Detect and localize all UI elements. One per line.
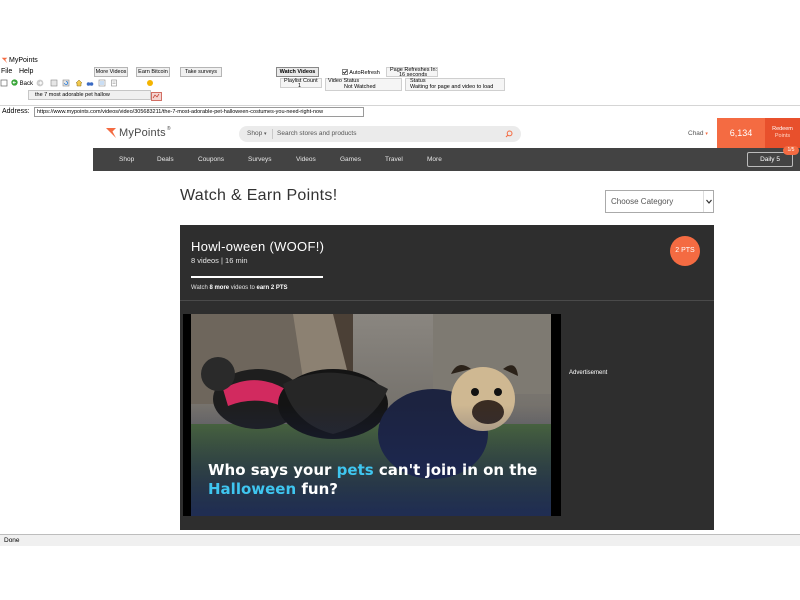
playlist-meta: 8 videos | 16 min: [191, 256, 248, 265]
page-title: Watch & Earn Points!: [180, 187, 338, 204]
watch-earn: earn 2 PTS: [256, 285, 288, 291]
watch-prefix: Watch: [191, 285, 210, 291]
home-icon[interactable]: [75, 79, 83, 87]
web-page: MyPoints ® Shop ▾ Search stores and prod…: [0, 118, 800, 530]
redeem-sub-label: Points: [774, 133, 791, 139]
search-input[interactable]: Search stores and products: [277, 130, 357, 137]
redeem-label: Redeem: [772, 126, 793, 132]
earn-bitcoin-button[interactable]: Earn Bitcoin: [136, 67, 170, 77]
playlist-title: Howl-oween (WOOF!): [191, 239, 325, 254]
forward-icon[interactable]: [36, 79, 44, 87]
search-binoculars-icon[interactable]: [86, 79, 94, 87]
nav-deals[interactable]: Deals: [157, 156, 174, 163]
pdf-icon[interactable]: [151, 92, 162, 101]
caption-part-3: fun?: [296, 480, 338, 498]
checkbox-checked-icon: [342, 69, 348, 75]
nav-more[interactable]: More: [427, 156, 442, 163]
menu-file[interactable]: File: [1, 68, 12, 75]
daily-5-badge: 1/5: [783, 146, 799, 155]
autorefresh-label: AutoRefresh: [349, 70, 380, 76]
nav-games[interactable]: Games: [340, 156, 361, 163]
search-icon[interactable]: [505, 130, 513, 138]
store-search-bar[interactable]: Shop ▾ Search stores and products: [239, 126, 521, 142]
advertisement-label: Advertisement: [569, 370, 608, 376]
site-header: MyPoints ® Shop ▾ Search stores and prod…: [0, 118, 800, 148]
redeem-points-button[interactable]: Redeem Points: [765, 118, 800, 148]
tab-strip: the 7 most adorable pet hallow: [0, 89, 800, 103]
app-title: MyPoints: [9, 57, 38, 64]
chevron-down-icon: ▾: [264, 131, 267, 137]
mypoints-logo[interactable]: MyPoints ®: [105, 126, 171, 140]
search-divider: [272, 129, 273, 139]
refresh-icon[interactable]: [62, 79, 70, 87]
favorites-icon[interactable]: [98, 79, 106, 87]
site-nav: Shop Deals Coupons Surveys Videos Games …: [93, 146, 800, 171]
autorefresh-checkbox[interactable]: AutoRefresh: [342, 69, 380, 76]
app-titlebar: MyPoints: [0, 55, 800, 67]
search-scope-label: Shop: [247, 130, 263, 137]
category-select-value: Choose Category: [611, 197, 674, 206]
menubar: File Help More Videos Earn Bitcoin Take …: [0, 67, 800, 78]
playlist-progress: [191, 276, 323, 278]
back-label: Back: [19, 81, 34, 87]
menu-help[interactable]: Help: [19, 68, 33, 75]
address-label: Address:: [2, 108, 30, 115]
take-surveys-button[interactable]: Take surveys: [180, 67, 222, 77]
more-videos-button[interactable]: More Videos: [94, 67, 128, 77]
caption-highlight-halloween: Halloween: [208, 480, 297, 498]
playlist-header: Howl-oween (WOOF!) 8 videos | 16 min Wat…: [180, 225, 714, 301]
navigation-toolbar: Back Playlist Count 1 Video Status Not W…: [0, 78, 800, 91]
nav-travel[interactable]: Travel: [385, 156, 403, 163]
nav-surveys[interactable]: Surveys: [248, 156, 271, 163]
logo-text: MyPoints: [119, 127, 166, 139]
status-text: Done: [4, 537, 20, 544]
nav-shop[interactable]: Shop: [119, 156, 134, 163]
video-caption: Who says your pets can't join in on the …: [208, 461, 548, 499]
playlist-watch-text: Watch 8 more videos to earn 2 PTS: [191, 285, 288, 291]
address-input[interactable]: [34, 107, 364, 117]
address-bar: Address:: [0, 105, 800, 117]
mypoints-logo-icon: [106, 128, 116, 138]
caption-highlight-pets: pets: [336, 461, 374, 479]
user-name: Chad: [688, 130, 704, 137]
points-balance[interactable]: 6,134: [717, 118, 765, 148]
video-playlist: Howl-oween (WOOF!) 8 videos | 16 min Wat…: [180, 225, 714, 530]
nav-videos[interactable]: Videos: [296, 156, 316, 163]
logo-trademark: ®: [166, 126, 171, 132]
shield-icon: [147, 80, 153, 86]
category-select[interactable]: Choose Category: [605, 190, 714, 213]
nav-coupons[interactable]: Coupons: [198, 156, 224, 163]
print-icon[interactable]: [110, 79, 118, 87]
window-icon: [0, 79, 8, 87]
search-scope-dropdown[interactable]: Shop ▾: [247, 130, 267, 137]
watch-middle: videos to: [229, 285, 257, 291]
playlist-progress-fill: [191, 276, 323, 278]
mypoints-app-icon: [1, 57, 8, 64]
chevron-down-icon: [703, 191, 713, 212]
status-bar: Done: [0, 534, 800, 546]
tab-current-page[interactable]: the 7 most adorable pet hallow: [28, 90, 151, 100]
points-badge: 2 PTS: [670, 236, 700, 266]
watch-videos-button[interactable]: Watch Videos: [276, 67, 319, 77]
caption-part-1: Who says your: [208, 461, 337, 479]
stop-icon[interactable]: [50, 79, 58, 87]
video-player[interactable]: Who says your pets can't join in on the …: [183, 314, 561, 516]
chevron-down-icon: ▾: [705, 131, 708, 137]
user-menu[interactable]: Chad ▾: [688, 130, 708, 137]
back-arrow-icon: [11, 79, 18, 86]
watch-count: 8 more: [209, 285, 230, 291]
caption-part-2: can't join in on the: [373, 461, 538, 479]
back-button[interactable]: Back: [11, 79, 33, 87]
